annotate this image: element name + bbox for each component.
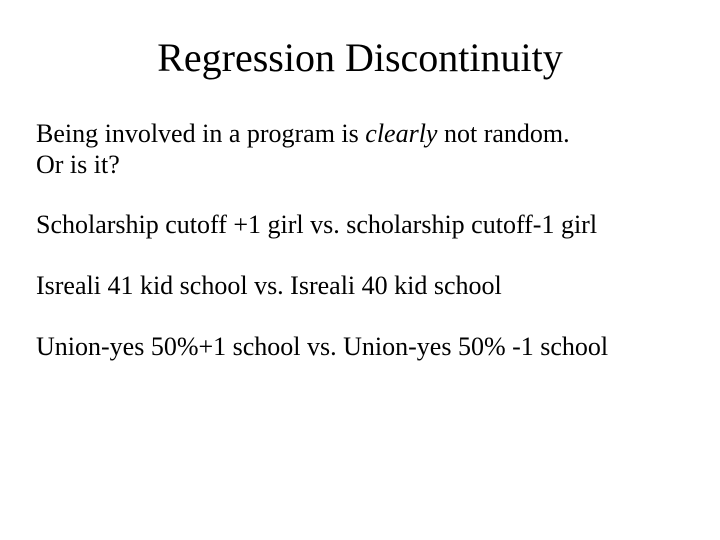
example-union: Union-yes 50%+1 school vs. Union-yes 50%…: [36, 332, 684, 363]
intro-block: Being involved in a program is clearly n…: [36, 119, 684, 180]
intro-line-1-italic: clearly: [365, 119, 437, 148]
intro-line-2: Or is it?: [36, 150, 684, 181]
example-israeli: Isreali 41 kid school vs. Isreali 40 kid…: [36, 271, 684, 302]
slide-body: Being involved in a program is clearly n…: [0, 91, 720, 362]
slide-title: Regression Discontinuity: [0, 0, 720, 91]
intro-line-1: Being involved in a program is clearly n…: [36, 119, 684, 150]
intro-line-1-post: not random.: [437, 119, 569, 148]
slide: Regression Discontinuity Being involved …: [0, 0, 720, 540]
intro-line-1-pre: Being involved in a program is: [36, 119, 365, 148]
example-scholarship: Scholarship cutoff +1 girl vs. scholarsh…: [36, 210, 684, 241]
